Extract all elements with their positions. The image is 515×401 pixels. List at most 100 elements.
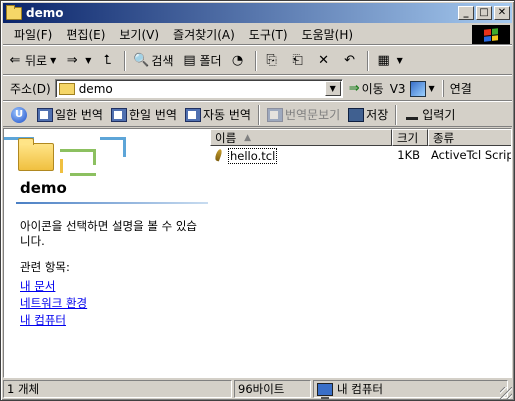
chevron-down-icon[interactable]: ▼ [50,56,56,65]
chevron-down-icon[interactable]: ▼ [429,84,435,93]
views-icon: ▦ [377,53,390,68]
related-label: 관련 항목: [20,260,70,274]
chevron-down-icon[interactable]: ▼ [85,56,91,65]
menu-tools[interactable]: 도구(T) [242,25,295,43]
large-folder-icon [18,138,54,171]
chevron-down-icon[interactable]: ▼ [397,56,403,65]
window-controls: _ □ ✕ [456,6,510,20]
undo-button[interactable]: ↶ [338,50,364,72]
minimize-button[interactable]: _ [458,6,474,20]
status-location: 내 컴퓨터 [313,380,508,399]
back-arrow-icon: ⇐ [9,53,21,68]
save-label: 저장 [366,108,389,122]
undo-icon: ↶ [344,53,356,68]
column-header-name[interactable]: 이름 ▲ [210,129,392,146]
table-row[interactable]: hello.tcl 1KB ActiveTcl Script [210,148,511,164]
history-button[interactable]: ◔ [226,50,252,72]
views-button[interactable]: ▦ ▼ [372,50,407,72]
auto-translate-icon [184,107,201,122]
search-button[interactable]: 🔍 검색 [129,50,177,72]
search-label: 검색 [151,54,174,68]
close-button[interactable]: ✕ [494,6,510,20]
save-icon [348,107,365,122]
auto-translate-button[interactable]: 자동 번역 [181,105,255,125]
menu-bar: 파일(F) 편집(E) 보기(V) 즐겨찾기(A) 도구(T) 도움말(H) [3,24,512,45]
selection-description: 아이콘을 선택하면 설명을 볼 수 있습니다. [20,219,197,248]
up-folder-button[interactable]: ⮤ [95,50,121,72]
title-bar[interactable]: demo _ □ ✕ [3,3,512,23]
file-list: 이름 ▲ 크기 종류 hello.tcl 1KB ActiveTcl Scrip… [210,129,511,377]
translate-jk-label: 일한 번역 [55,108,103,122]
file-name: hello.tcl [228,148,278,164]
move-to-icon: ⎘ [266,53,277,68]
address-input[interactable]: demo ▼ [54,79,343,98]
status-count: 1 개체 [3,380,232,398]
toolbar-separator [124,50,127,71]
file-name-cell[interactable]: hello.tcl [214,148,278,164]
content-area: demo 아이콘을 선택하면 설명을 볼 수 있습니다. 관련 항목: 내 문서… [3,128,512,378]
search-icon: 🔍 [133,53,150,68]
toolbar-separator [395,104,398,125]
status-location-label: 내 컴퓨터 [337,382,383,396]
web-view-pane: demo 아이콘을 선택하면 설명을 볼 수 있습니다. 관련 항목: 내 문서… [4,129,208,377]
translate-jk-button[interactable]: 일한 번역 [33,105,107,125]
related-links: 내 문서 네트워크 환경 내 컴퓨터 [20,278,87,329]
standard-toolbar: ⇐ 뒤로 ▼ ⇒ ▼ ⮤ 🔍 검색 ▤ 폴더 ◔ ⎘ ⎗ ✕ ↶ ▦ ▼ [3,47,512,75]
view-translation-button[interactable]: 번역문보기 [263,105,344,125]
sort-ascending-icon: ▲ [244,132,252,143]
menu-favorites[interactable]: 즐겨찾기(A) [166,25,242,43]
toolbar-separator [254,50,257,71]
maximize-button[interactable]: □ [476,6,492,20]
computer-icon [317,382,333,399]
divider [16,202,208,204]
folders-label: 폴더 [199,54,222,68]
translator-logo-icon[interactable]: U [11,106,27,123]
v3-button[interactable]: V3 ▼ [389,80,435,97]
window-title: demo [26,6,64,20]
address-label: 주소(D) [10,82,51,96]
folder-icon [6,4,22,20]
menu-edit[interactable]: 편집(E) [59,25,112,43]
up-folder-icon: ⮤ [103,53,112,68]
folders-button[interactable]: ▤ 폴더 [178,50,226,72]
v3-antivirus-icon [409,80,426,97]
status-size: 96바이트 [234,380,311,398]
address-value: demo [78,81,113,96]
translation-toolbar: U 일한 번역 한일 번역 자동 번역 번역문보기 저장 입력기 [3,103,512,127]
links-button[interactable]: 연결 [442,80,472,97]
auto-translate-label: 자동 번역 [202,108,251,122]
copy-to-button[interactable]: ⎗ [286,50,312,72]
forward-button[interactable]: ⇒ ▼ [60,50,95,72]
move-to-button[interactable]: ⎘ [260,50,286,72]
translate-kj-button[interactable]: 한일 번역 [107,105,181,125]
translate-icon [110,107,127,122]
menu-help[interactable]: 도움말(H) [295,25,361,43]
save-button[interactable]: 저장 [344,105,392,125]
folders-icon: ▤ [183,53,196,68]
column-header-type-label: 종류 [433,130,455,145]
input-method-label: 입력기 [422,108,456,122]
view-translation-icon [266,107,283,122]
column-header-type[interactable]: 종류 [428,129,511,146]
resize-grip[interactable] [500,387,512,399]
menu-view[interactable]: 보기(V) [112,25,166,43]
delete-button[interactable]: ✕ [312,50,338,72]
go-button[interactable]: ⇒ 이동 [349,80,384,97]
column-header-size-label: 크기 [397,130,419,145]
link-my-computer[interactable]: 내 컴퓨터 [20,312,87,329]
menu-file[interactable]: 파일(F) [7,25,59,43]
go-label: 이동 [361,82,384,96]
link-my-documents[interactable]: 내 문서 [20,278,87,295]
folder-icon [58,82,75,95]
back-button[interactable]: ⇐ 뒤로 ▼ [3,50,60,72]
delete-icon: ✕ [318,53,330,68]
column-header-size[interactable]: 크기 [392,129,428,146]
back-label: 뒤로 [25,54,48,68]
folder-title: demo [20,179,67,197]
v3-label: V3 [389,81,406,96]
chevron-down-icon[interactable]: ▼ [324,81,341,96]
view-translation-label: 번역문보기 [284,108,341,122]
link-network-places[interactable]: 네트워크 환경 [20,295,87,312]
copy-to-icon: ⎗ [292,53,303,68]
input-method-button[interactable]: 입력기 [400,105,459,125]
